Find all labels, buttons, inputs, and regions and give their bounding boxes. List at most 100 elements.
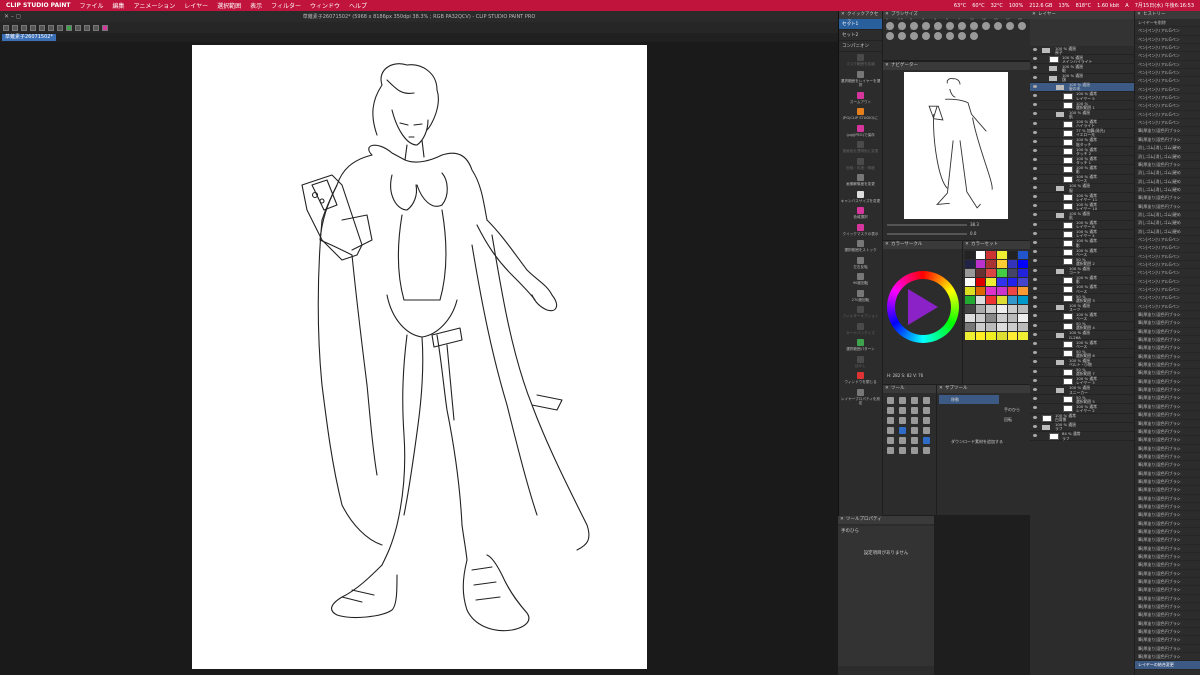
close-icon[interactable]: ✕ — [841, 11, 845, 19]
color-swatch[interactable] — [965, 305, 975, 313]
gradient-icon[interactable] — [887, 427, 894, 434]
status-item[interactable]: 1.60 kbit — [1097, 3, 1119, 9]
history-item[interactable]: 筆|厚塗り|混色円ブラシ — [1135, 611, 1200, 620]
eye-icon[interactable] — [1033, 314, 1037, 318]
history-item[interactable]: 筆|厚塗り|混色円ブラシ — [1135, 536, 1200, 545]
eye-icon[interactable] — [1033, 360, 1037, 364]
layer-row[interactable]: 100 % 通過服 — [1030, 184, 1134, 193]
color-swatch[interactable] — [1007, 287, 1018, 295]
history-item[interactable]: 消しゴム|消しゴム|硬め — [1135, 186, 1200, 195]
brush-size-option[interactable]: 17 — [1006, 17, 1014, 30]
eye-icon[interactable] — [1033, 112, 1037, 116]
history-item[interactable]: 筆|厚塗り|混色円ブラシ — [1135, 336, 1200, 345]
eye-icon[interactable] — [1033, 332, 1037, 336]
eraser-icon[interactable] — [899, 417, 906, 424]
history-item[interactable]: ペン|ペン|リアルGペン — [1135, 119, 1200, 128]
history-item[interactable]: ペン|ペン|リアルGペン — [1135, 102, 1200, 111]
menu-animation[interactable]: アニメーション — [134, 1, 176, 10]
eye-icon[interactable] — [1033, 130, 1037, 134]
close-icon[interactable]: ✕ — [1137, 11, 1141, 19]
color-swatch[interactable] — [965, 269, 975, 277]
qa-item[interactable]: ズームアウト — [839, 90, 882, 107]
history-item[interactable]: 筆|厚塗り|混色円ブラシ — [1135, 361, 1200, 370]
subtool-hand[interactable]: 手のひら — [992, 405, 1028, 414]
history-item[interactable]: 筆|厚塗り|混色円ブラシ — [1135, 194, 1200, 203]
qa-set-1[interactable]: セット1 — [839, 19, 882, 30]
history-item[interactable]: 筆|厚塗り|混色円ブラシ — [1135, 420, 1200, 428]
eye-icon[interactable] — [1033, 103, 1037, 107]
history-item[interactable]: 筆|厚塗り|混色円ブラシ — [1135, 394, 1200, 403]
brush-size-option[interactable]: 25 — [886, 27, 894, 40]
decoration-icon[interactable] — [887, 417, 894, 424]
history-item[interactable]: ペン|ペン|リアルGペン — [1135, 27, 1200, 36]
close-icon[interactable]: ✕ — [885, 62, 889, 70]
history-item[interactable]: ペン|ペン|リアルGペン — [1135, 61, 1200, 70]
color-swatch[interactable] — [997, 323, 1007, 331]
move-tool-icon[interactable] — [899, 397, 906, 404]
qa-item[interactable]: ガードバッグイズ — [839, 321, 882, 338]
zoom-tool-icon[interactable] — [887, 397, 894, 404]
history-item[interactable]: 筆|厚塗り|混色円ブラシ — [1135, 595, 1200, 604]
eye-icon[interactable] — [1033, 139, 1037, 143]
color-swatch[interactable] — [997, 332, 1007, 340]
status-item[interactable]: 32°C — [991, 3, 1003, 9]
color-swatch[interactable] — [986, 296, 996, 304]
history-item[interactable]: 筆|厚塗り|混色円ブラシ — [1135, 495, 1200, 503]
history-item[interactable]: ペン|ペン|リアルGペン — [1135, 294, 1200, 303]
menu-selection[interactable]: 選択範囲 — [217, 1, 241, 10]
color-swatch[interactable] — [975, 287, 986, 295]
color-swatch[interactable] — [1007, 251, 1018, 259]
layer-row[interactable]: 100 % 通常 ベース — [1030, 340, 1134, 350]
eye-icon[interactable] — [1033, 378, 1037, 382]
qa-item[interactable]: 90度回転 — [839, 271, 882, 288]
figure-icon[interactable] — [899, 427, 906, 434]
layer-row[interactable]: 100 % 通常 レイヤー 5 — [1030, 92, 1134, 102]
color-swatch[interactable] — [975, 278, 986, 286]
qa-item[interactable]: .jpg(JPEG)で保存 — [839, 123, 882, 140]
brush-size-option[interactable]: 40 — [910, 27, 918, 40]
history-item[interactable]: ペン|ペン|リアルGペン — [1135, 44, 1200, 53]
history-item[interactable]: ペン|ペン|リアルGペン — [1135, 303, 1200, 312]
color-swatch[interactable] — [975, 269, 986, 277]
qa-item[interactable]: キャンバスサイズを変更 — [839, 189, 882, 206]
history-item[interactable]: 筆|厚塗り|混色円ブラシ — [1135, 570, 1200, 579]
history-item[interactable]: ペン|ペン|リアルGペン — [1135, 253, 1200, 261]
history-item[interactable]: 筆|厚塗り|混色円ブラシ — [1135, 127, 1200, 136]
history-item[interactable]: レイヤーの結合変更 — [1135, 661, 1200, 670]
eye-icon[interactable] — [1033, 93, 1037, 97]
history-item[interactable]: 筆|厚塗り|混色円ブラシ — [1135, 653, 1200, 662]
layer-row[interactable]: 84 % 通常 ラフ — [1030, 432, 1134, 442]
eye-icon[interactable] — [1033, 351, 1037, 355]
save-icon[interactable] — [21, 24, 27, 31]
status-item[interactable]: 7月15日(水) 午後6:16:53 — [1135, 2, 1194, 9]
brush-size-option[interactable]: 50 — [922, 27, 930, 40]
eye-icon[interactable] — [1033, 57, 1037, 61]
pen-tool-icon[interactable] — [887, 407, 894, 414]
qa-item[interactable]: 色相・彩度・明度 — [839, 156, 882, 173]
history-item[interactable]: 消しゴム|消しゴム|硬め — [1135, 153, 1200, 161]
eyedropper-icon[interactable] — [923, 397, 930, 404]
history-item[interactable]: 筆|厚塗り|混色円ブラシ — [1135, 403, 1200, 412]
eye-icon[interactable] — [1033, 75, 1037, 79]
fill-icon[interactable] — [57, 24, 63, 31]
subtool-move[interactable]: 移動 — [939, 395, 999, 404]
document-tab[interactable]: 草薙素子26071502* — [2, 34, 56, 41]
layer-row[interactable]: 100 % 通常 ベース — [1030, 248, 1134, 258]
history-item[interactable]: 消しゴム|消しゴム|硬め — [1135, 211, 1200, 220]
history-item[interactable]: 筆|厚塗り|混色円ブラシ — [1135, 470, 1200, 478]
color-swatch[interactable] — [997, 296, 1007, 304]
history-item[interactable]: 消しゴム|消しゴム|硬め — [1135, 219, 1200, 228]
operation-icon[interactable] — [899, 447, 906, 454]
history-item[interactable]: 筆|厚塗り|混色円ブラシ — [1135, 386, 1200, 395]
color-swatch[interactable] — [997, 260, 1007, 268]
brush-size-option[interactable]: 80 — [958, 27, 966, 40]
status-item[interactable]: 63°C — [954, 3, 966, 9]
layer-row[interactable]: 100 % 通常 タッチ 2 — [1030, 147, 1134, 157]
qa-item[interactable]: JPG(CLIP STUDIO)に — [839, 106, 882, 123]
close-icon[interactable]: ✕ — [885, 241, 889, 249]
layer-row[interactable]: 100 % 通常 白背景 — [1030, 413, 1134, 423]
qa-item[interactable]: クイックマスクの表示 — [839, 222, 882, 239]
select-tool-icon[interactable] — [911, 397, 918, 404]
layer-row[interactable]: 100 % 通常 レイヤー 10 — [1030, 202, 1134, 212]
color-swatch[interactable] — [986, 305, 996, 313]
